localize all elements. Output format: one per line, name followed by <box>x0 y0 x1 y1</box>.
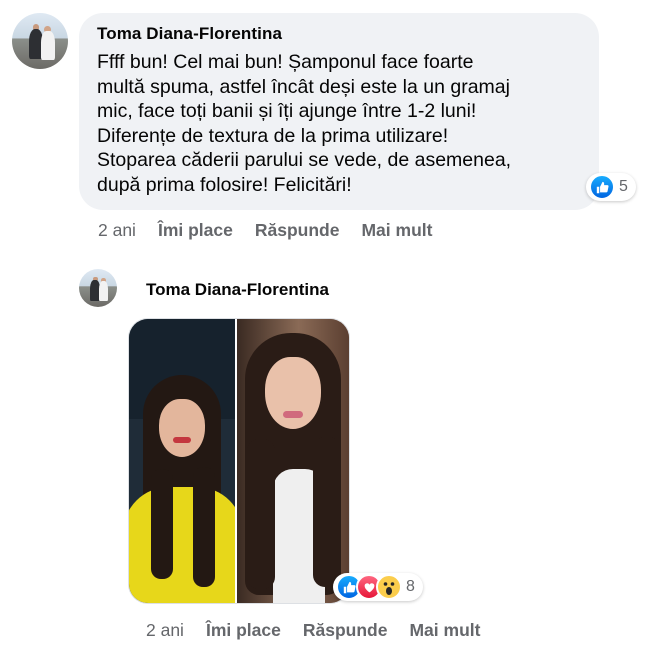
comment-text: Ffff bun! Cel mai bun! Șamponul face foa… <box>97 51 512 196</box>
reaction-summary[interactable]: 8 <box>333 573 423 601</box>
comment-author[interactable]: Toma Diana-Florentina <box>146 280 329 300</box>
reaction-count: 5 <box>619 178 628 195</box>
comment-photo[interactable] <box>128 318 350 604</box>
like-button[interactable]: Îmi place <box>158 220 233 241</box>
reply-button[interactable]: Răspunde <box>255 220 340 241</box>
more-button[interactable]: Mai mult <box>361 220 432 241</box>
photo-after <box>237 319 349 603</box>
more-button[interactable]: Mai mult <box>409 620 480 641</box>
reaction-count: 8 <box>406 578 415 595</box>
like-button[interactable]: Îmi place <box>206 620 281 641</box>
comment-bubble: Toma Diana-Florentina Ffff bun! Cel mai … <box>79 13 599 210</box>
avatar[interactable] <box>12 13 68 69</box>
like-icon <box>589 174 615 200</box>
wow-icon <box>376 574 402 600</box>
timestamp-link[interactable]: 2 ani <box>146 620 184 641</box>
comment-actions: 2 ani Îmi place Răspunde Mai mult <box>98 220 454 241</box>
avatar[interactable] <box>79 269 117 307</box>
reply-button[interactable]: Răspunde <box>303 620 388 641</box>
timestamp-link[interactable]: 2 ani <box>98 220 136 241</box>
comment-actions: 2 ani Îmi place Răspunde Mai mult <box>146 620 502 641</box>
reaction-summary[interactable]: 5 <box>586 173 636 201</box>
comment-author[interactable]: Toma Diana-Florentina <box>97 24 583 44</box>
photo-before <box>129 319 235 603</box>
